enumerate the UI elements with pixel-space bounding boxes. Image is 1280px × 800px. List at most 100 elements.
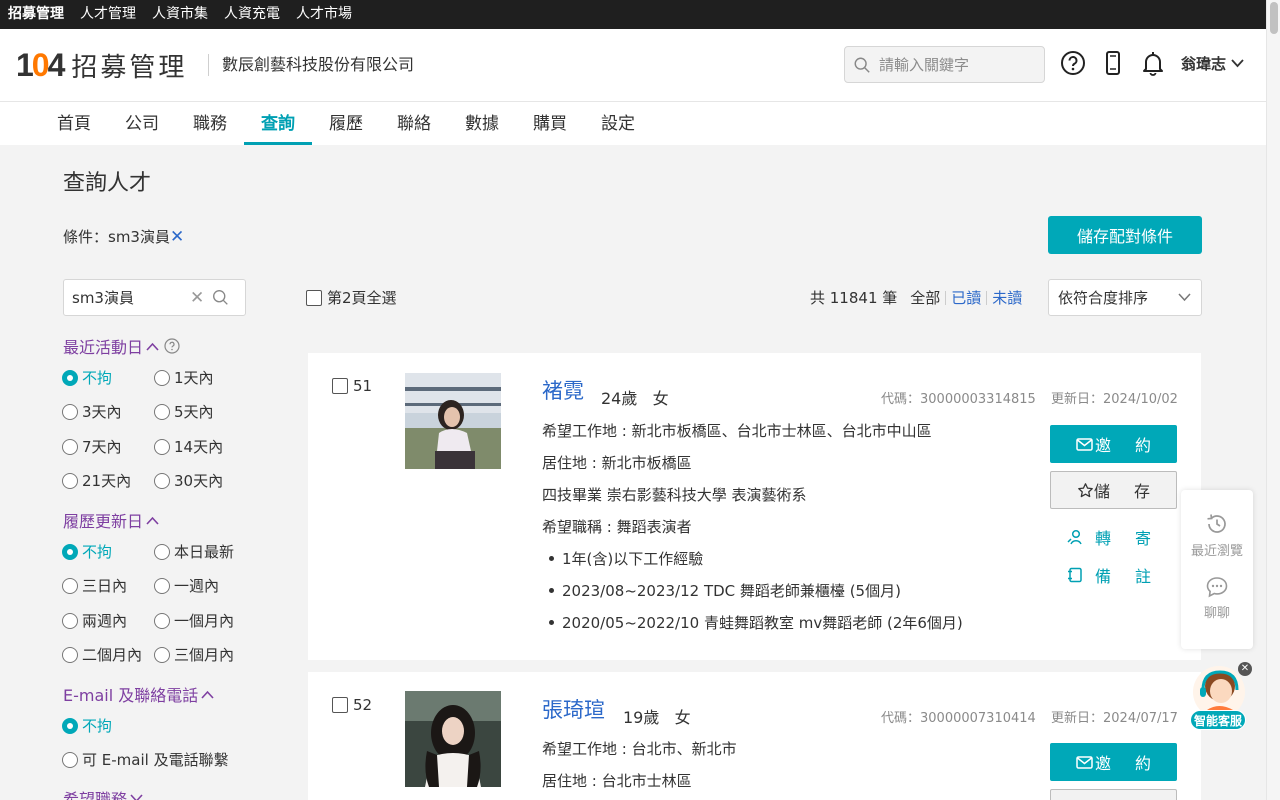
note-button[interactable]: 備註 — [1067, 563, 1175, 587]
radio-circle — [154, 403, 170, 420]
nav-jobs[interactable]: 職務 — [176, 102, 244, 145]
page-title: 查詢人才 — [63, 171, 152, 196]
radio-label: 3天內 — [82, 403, 122, 421]
radio-active-5d[interactable]: 5天內 — [154, 401, 214, 422]
recent-viewed-button[interactable]: 最近瀏覽 — [1181, 512, 1253, 559]
mobile-icon[interactable] — [1100, 50, 1126, 76]
sort-select[interactable]: 依符合度排序 — [1048, 279, 1202, 316]
save-button[interactable]: 儲存 — [1050, 789, 1177, 800]
radio-circle — [62, 612, 78, 629]
invite-button[interactable]: 邀約 — [1050, 743, 1177, 781]
select-all-checkbox[interactable]: 第2頁全選 — [306, 287, 397, 308]
header-search-input[interactable] — [879, 55, 1039, 74]
conditions-clear-button[interactable]: ✕ — [170, 227, 184, 247]
logo-title: 招募管理 — [71, 53, 188, 83]
filter-title-contact[interactable]: E-mail 及聯絡電話 — [63, 682, 214, 706]
filter-title-resume-updated[interactable]: 履歷更新日 — [63, 508, 159, 532]
radio-updated-2m[interactable]: 二個月內 — [62, 644, 142, 665]
clear-icon[interactable]: ✕ — [190, 288, 204, 308]
nav-home[interactable]: 首頁 — [40, 102, 108, 145]
radio-active-any[interactable]: 不拘 — [62, 367, 112, 388]
candidate-photo[interactable] — [405, 373, 501, 469]
sidebar-search-input[interactable] — [72, 288, 190, 307]
search-icon — [854, 57, 870, 73]
save-conditions-button[interactable]: 儲存配對條件 — [1048, 216, 1202, 254]
chat-button[interactable]: 聊聊 — [1181, 576, 1253, 621]
radio-active-14d[interactable]: 14天內 — [154, 436, 223, 457]
radio-updated-2w[interactable]: 兩週內 — [62, 610, 127, 631]
forward-button[interactable]: 轉寄 — [1067, 525, 1175, 549]
sort-value: 依符合度排序 — [1058, 289, 1149, 307]
help-icon[interactable] — [164, 338, 180, 354]
photo-image — [405, 373, 501, 469]
save-label: 儲存 — [1093, 482, 1174, 501]
mail-icon — [1076, 755, 1093, 769]
radio-updated-today[interactable]: 本日最新 — [154, 541, 234, 562]
candidate-checkbox[interactable]: 52 — [332, 696, 372, 714]
logo-number: 104 — [16, 47, 65, 83]
sidebar-search: ✕ — [63, 279, 246, 316]
star-icon — [1078, 482, 1093, 497]
filter-unread[interactable]: 未讀 — [992, 287, 1022, 308]
save-button[interactable]: 儲存 — [1050, 471, 1177, 509]
radio-label: 1天內 — [174, 369, 214, 387]
search-icon[interactable] — [212, 289, 229, 306]
filter-title-last-active[interactable]: 最近活動日 — [63, 334, 180, 358]
experience-item: 2020/05~2022/10 青蛙舞蹈教室 mv舞蹈老師 (2年6個月) — [549, 614, 963, 632]
radio-label: 本日最新 — [174, 543, 235, 561]
nav-resumes[interactable]: 履歷 — [312, 102, 380, 145]
filter-title-label: 履歷更新日 — [63, 512, 144, 531]
radio-contact-any[interactable]: 不拘 — [62, 715, 112, 736]
note-label: 備註 — [1095, 567, 1176, 586]
company-name: 數辰創藝科技股份有限公司 — [208, 54, 414, 76]
bell-icon[interactable] — [1140, 50, 1166, 76]
candidate-code: 代碼：30000003314815 — [881, 392, 1036, 407]
result-summary: 共 11841 筆 全部 已讀 未讀 — [810, 287, 1022, 308]
filter-title-label: E-mail 及聯絡電話 — [63, 686, 199, 705]
radio-updated-3m[interactable]: 三個月內 — [154, 644, 234, 665]
candidate-age: 19歲 — [623, 708, 660, 727]
logo[interactable]: 104 招募管理 — [16, 47, 187, 84]
topbar-item-hr-charge[interactable]: 人資充電 — [216, 0, 288, 29]
radio-updated-any[interactable]: 不拘 — [62, 541, 112, 562]
help-icon[interactable] — [1060, 50, 1086, 76]
nav-search[interactable]: 查詢 — [244, 102, 312, 145]
candidate-name[interactable]: 張琦瑄 — [542, 694, 605, 724]
experience-item: 1年(含)以下工作經驗 — [548, 550, 704, 568]
radio-updated-1m[interactable]: 一個月內 — [154, 610, 234, 631]
topbar-item-talent-market[interactable]: 人才市場 — [288, 0, 360, 29]
radio-label: 5天內 — [174, 403, 214, 421]
radio-updated-3d[interactable]: 三日內 — [62, 575, 127, 596]
nav-purchase[interactable]: 購買 — [516, 102, 584, 145]
radio-active-7d[interactable]: 7天內 — [62, 436, 122, 457]
close-icon[interactable]: ✕ — [1238, 662, 1252, 676]
nav-contact[interactable]: 聯絡 — [380, 102, 448, 145]
topbar-item-hr-market[interactable]: 人資市集 — [144, 0, 216, 29]
radio-active-3d[interactable]: 3天內 — [62, 401, 122, 422]
scrollbar-thumb[interactable] — [1270, 2, 1278, 34]
smart-assistant-button[interactable]: 智能客服 ✕ — [1186, 662, 1252, 732]
invite-button[interactable]: 邀約 — [1050, 425, 1177, 463]
divider — [986, 290, 988, 305]
scrollbar[interactable] — [1266, 0, 1280, 800]
filter-title-desired-job[interactable]: 希望職務 — [63, 786, 143, 800]
radio-active-30d[interactable]: 30天內 — [154, 470, 223, 491]
nav-company[interactable]: 公司 — [108, 102, 176, 145]
select-all-label: 第2頁全選 — [327, 289, 397, 307]
radio-active-1d[interactable]: 1天內 — [154, 367, 214, 388]
filter-all[interactable]: 全部 — [910, 287, 940, 308]
radio-contact-email-phone[interactable]: 可 E-mail 及電話聯繫 — [62, 749, 229, 770]
radio-label: 30天內 — [174, 472, 224, 490]
radio-active-21d[interactable]: 21天內 — [62, 470, 131, 491]
candidate-photo[interactable] — [405, 691, 501, 787]
topbar-item-recruit[interactable]: 招募管理 — [0, 0, 72, 29]
filter-read[interactable]: 已讀 — [951, 287, 981, 308]
nav-settings[interactable]: 設定 — [584, 102, 652, 145]
candidate-checkbox[interactable]: 51 — [332, 377, 372, 395]
nav-data[interactable]: 數據 — [448, 102, 516, 145]
radio-updated-1w[interactable]: 一週內 — [154, 575, 219, 596]
user-menu[interactable]: 翁瑋志 — [1181, 53, 1244, 74]
candidate-name[interactable]: 褚霓 — [542, 375, 584, 405]
invite-label: 邀約 — [1094, 436, 1175, 455]
topbar-item-talent[interactable]: 人才管理 — [72, 0, 144, 29]
